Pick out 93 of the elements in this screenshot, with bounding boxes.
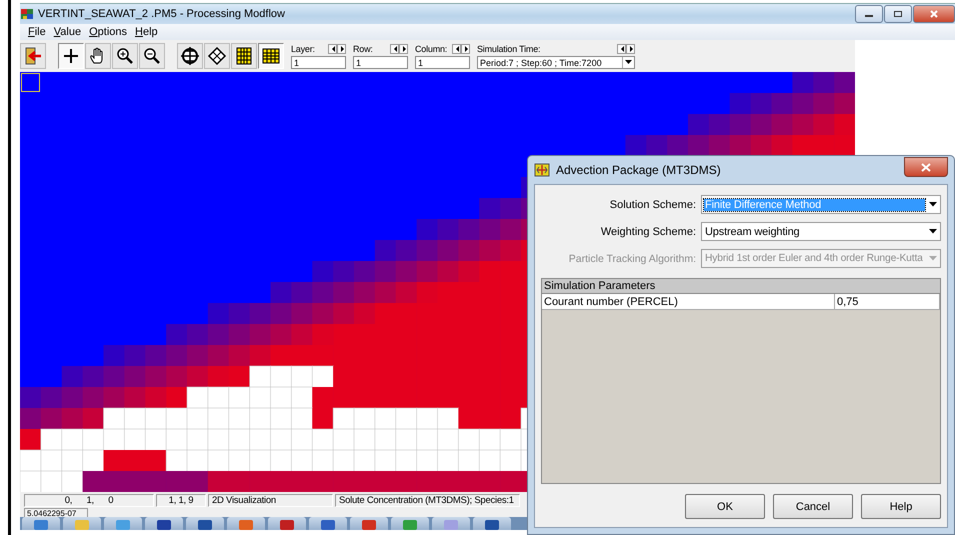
- number-field[interactable]: 1: [291, 56, 346, 69]
- app-icon: [279, 519, 295, 530]
- app-icon: [197, 519, 213, 530]
- step-left-button[interactable]: [617, 44, 626, 54]
- tool-button[interactable]: [58, 43, 84, 69]
- step-left-button[interactable]: [328, 44, 337, 54]
- arrow-left-icon: [330, 44, 336, 52]
- dialog-button[interactable]: OK: [685, 494, 765, 519]
- step-left-button[interactable]: [390, 44, 399, 54]
- dialog-icon: [534, 163, 550, 177]
- diamond-icon: [207, 46, 227, 66]
- taskbar-button[interactable]: [22, 517, 60, 530]
- field-label: Solution Scheme:: [608, 198, 696, 210]
- status-field: 0, 1, 0: [24, 494, 154, 507]
- arrow-right-icon: [462, 44, 468, 52]
- minimize-button[interactable]: [855, 5, 883, 23]
- taskbar-button[interactable]: [186, 517, 224, 530]
- status-field: 2D Visualization: [208, 494, 333, 507]
- app-icon: [402, 519, 418, 530]
- app-icon: [443, 519, 459, 530]
- tool-button[interactable]: [20, 43, 46, 69]
- status-field: Solute Concentration (MT3DMS); Species:1: [335, 494, 520, 507]
- window-title: VERTINT_SEAWAT_2 .PM5 - Processing Modflow: [38, 8, 285, 20]
- table-cell: Courant number (PERCEL): [542, 294, 835, 309]
- app-icon: [20, 7, 34, 21]
- dropdown-arrow-icon: [928, 229, 936, 234]
- number-field[interactable]: 1: [415, 56, 470, 69]
- field-label: Column:: [415, 44, 448, 54]
- menu-item[interactable]: Value: [50, 26, 86, 38]
- tool-button[interactable]: [85, 43, 111, 69]
- tool-button[interactable]: [204, 43, 230, 69]
- dropdown-arrow-icon: [625, 60, 632, 65]
- maximize-icon: [893, 10, 903, 18]
- arrow-right-icon: [338, 44, 344, 52]
- rows-icon: [261, 46, 281, 66]
- field-label: Row:: [353, 44, 373, 54]
- tool-button[interactable]: [139, 43, 165, 69]
- dialog-button[interactable]: Cancel: [773, 494, 853, 519]
- maximize-button[interactable]: [884, 5, 912, 23]
- taskbar-button[interactable]: [268, 517, 306, 530]
- menu-item[interactable]: File: [24, 26, 50, 38]
- zoom-out-icon: [142, 46, 162, 66]
- app-icon: [361, 519, 377, 530]
- arrow-left-icon: [454, 44, 460, 52]
- menu-item[interactable]: Options: [85, 26, 131, 38]
- zoom-in-icon: [115, 46, 135, 66]
- close-icon: [921, 162, 931, 172]
- cell-selection-marker: [21, 73, 40, 92]
- step-right-button[interactable]: [626, 44, 635, 54]
- tool-button[interactable]: [112, 43, 138, 69]
- close-button[interactable]: [913, 5, 955, 23]
- arrow-right-icon: [400, 44, 406, 52]
- step-right-button[interactable]: [337, 44, 346, 54]
- step-right-button[interactable]: [461, 44, 470, 54]
- close-icon: [929, 10, 939, 18]
- taskbar-button[interactable]: [473, 517, 511, 530]
- menu-item[interactable]: Help: [131, 26, 162, 38]
- exit-icon: [23, 46, 43, 66]
- taskbar-button[interactable]: [145, 517, 183, 530]
- table-header: Simulation Parameters: [542, 279, 940, 294]
- app-icon: [156, 519, 172, 530]
- dropdown-arrow-icon: [928, 256, 936, 261]
- cross-icon: [61, 46, 81, 66]
- arrow-left-icon: [392, 44, 398, 52]
- dropdown-arrow-icon: [928, 202, 936, 207]
- field-label: Layer:: [291, 44, 315, 54]
- table-cell[interactable]: 0,75: [835, 294, 940, 309]
- app-icon: [74, 519, 90, 530]
- app-icon: [320, 519, 336, 530]
- tool-button[interactable]: [177, 43, 203, 69]
- dialog-title: Advection Package (MT3DMS): [556, 163, 721, 177]
- step-right-button[interactable]: [399, 44, 408, 54]
- tool-button[interactable]: [258, 43, 284, 69]
- combo-box[interactable]: Upstream weighting: [701, 222, 941, 241]
- app-icon: [33, 519, 49, 530]
- close-button[interactable]: [904, 157, 948, 177]
- field-label: Weighting Scheme:: [600, 226, 696, 238]
- status-field: 1, 1, 9: [156, 494, 206, 507]
- field-label: Particle Tracking Algorithm:: [568, 252, 696, 264]
- dialog-button[interactable]: Help: [861, 494, 941, 519]
- time-dropdown[interactable]: Period:7 ; Step:60 ; Time:7200: [477, 56, 635, 69]
- arrow-right-icon: [628, 44, 634, 52]
- number-field[interactable]: 1: [353, 56, 408, 69]
- tool-button[interactable]: [231, 43, 257, 69]
- columns-icon: [234, 46, 254, 66]
- step-left-button[interactable]: [452, 44, 461, 54]
- taskbar-button[interactable]: [350, 517, 388, 530]
- app-icon: [484, 519, 500, 530]
- app-icon: [238, 519, 254, 530]
- field-label: Simulation Time:: [477, 44, 540, 54]
- app-icon: [115, 519, 131, 530]
- arrow-left-icon: [618, 44, 624, 52]
- taskbar-button[interactable]: [309, 517, 347, 530]
